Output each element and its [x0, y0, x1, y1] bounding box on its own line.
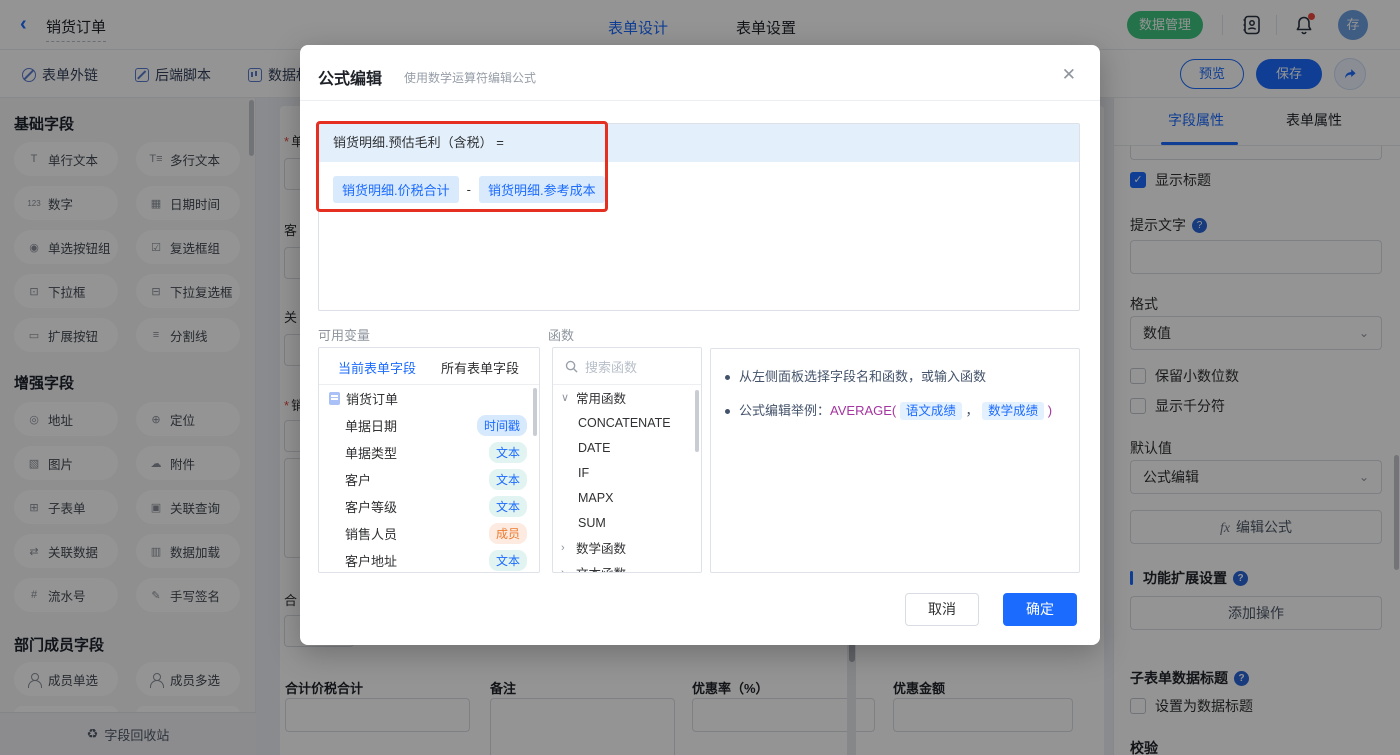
variables-panel: 当前表单字段 所有表单字段 销货订单 单据日期 时间戳 单据类型 文本 客户 文本 客…: [318, 347, 540, 573]
functions-panel: 搜索函数 ∨ 常用函数 CONCATENATE DATE IF MAPX SUM …: [552, 347, 702, 573]
variable-row[interactable]: 单据日期 时间戳: [319, 412, 539, 439]
example-field-chip: 语文成绩: [899, 402, 962, 420]
function-group-common[interactable]: ∨ 常用函数: [553, 385, 701, 410]
variables-scrollbar-thumb[interactable]: [533, 388, 537, 436]
app-root: ‹ 销货订单 表单设计 表单设置 数据管理 存 表单外链 后端脚本 数据权 预览…: [0, 0, 1400, 755]
tab-all-form-fields[interactable]: 所有表单字段: [441, 358, 519, 377]
variables-tabs: 当前表单字段 所有表单字段: [319, 348, 539, 385]
type-badge: 文本: [488, 550, 527, 571]
functions-scrollbar-thumb[interactable]: [695, 390, 699, 452]
example-field-chip: 数学成绩: [982, 402, 1045, 420]
modal-subtitle: 使用数学运算符编辑公式: [404, 71, 537, 85]
functions-panel-label: 函数: [548, 328, 575, 343]
formula-operator: -: [466, 182, 471, 197]
tips-panel: 从左侧面板选择字段名和函数，或输入函数 公式编辑举例：AVERAGE( 语文成绩…: [710, 348, 1080, 573]
function-search-box[interactable]: 搜索函数: [553, 348, 701, 385]
type-badge: 时间戳: [476, 415, 527, 436]
variables-panel-label: 可用变量: [318, 328, 371, 343]
variable-row[interactable]: 单据类型 文本: [319, 439, 539, 466]
variable-row[interactable]: 销售人员 成员: [319, 520, 539, 547]
type-badge: 文本: [488, 496, 527, 517]
formula-expression: 销货明细.价税合计 - 销货明细.参考成本: [333, 176, 605, 203]
type-badge: 文本: [488, 469, 527, 490]
type-badge: 文本: [488, 442, 527, 463]
close-icon[interactable]: ✕: [1062, 65, 1076, 85]
tab-current-form-fields[interactable]: 当前表单字段: [338, 358, 416, 377]
search-icon: [565, 360, 578, 373]
function-group-text[interactable]: ›文本函数: [553, 560, 701, 573]
formula-target-row: 销货明细.预估毛利（含税） =: [319, 124, 1079, 162]
function-item[interactable]: SUM: [553, 510, 701, 535]
formula-field-chip[interactable]: 销货明细.价税合计: [333, 176, 459, 203]
function-item[interactable]: DATE: [553, 435, 701, 460]
modal-header-divider: [300, 100, 1100, 101]
tip-line-1: 从左侧面板选择字段名和函数，或输入函数: [711, 367, 1079, 387]
type-badge: 成员: [488, 523, 527, 544]
function-group-math[interactable]: › 数学函数: [553, 535, 701, 560]
formula-field-chip[interactable]: 销货明细.参考成本: [478, 176, 605, 203]
cancel-button[interactable]: 取消: [905, 593, 979, 626]
variable-row[interactable]: 客户 文本: [319, 466, 539, 493]
formula-edit-modal: 公式编辑 使用数学运算符编辑公式 ✕ 销货明细.预估毛利（含税） = 销货明细.…: [300, 45, 1100, 645]
function-item[interactable]: MAPX: [553, 485, 701, 510]
function-item[interactable]: IF: [553, 460, 701, 485]
modal-title: 公式编辑: [318, 71, 383, 88]
search-placeholder: 搜索函数: [585, 359, 638, 375]
confirm-button[interactable]: 确定: [1003, 593, 1077, 626]
tip-line-2: 公式编辑举例：AVERAGE( 语文成绩 ， 数学成绩 ): [711, 401, 1079, 421]
form-doc-icon: [329, 392, 340, 405]
variables-tree-root[interactable]: 销货订单: [319, 385, 539, 412]
variable-row[interactable]: 客户等级 文本: [319, 493, 539, 520]
formula-editor[interactable]: 销货明细.预估毛利（含税） = 销货明细.价税合计 - 销货明细.参考成本: [318, 123, 1080, 311]
function-item[interactable]: CONCATENATE: [553, 410, 701, 435]
variable-row[interactable]: 客户地址 文本: [319, 547, 539, 572]
function-name-example: AVERAGE(: [830, 403, 897, 418]
